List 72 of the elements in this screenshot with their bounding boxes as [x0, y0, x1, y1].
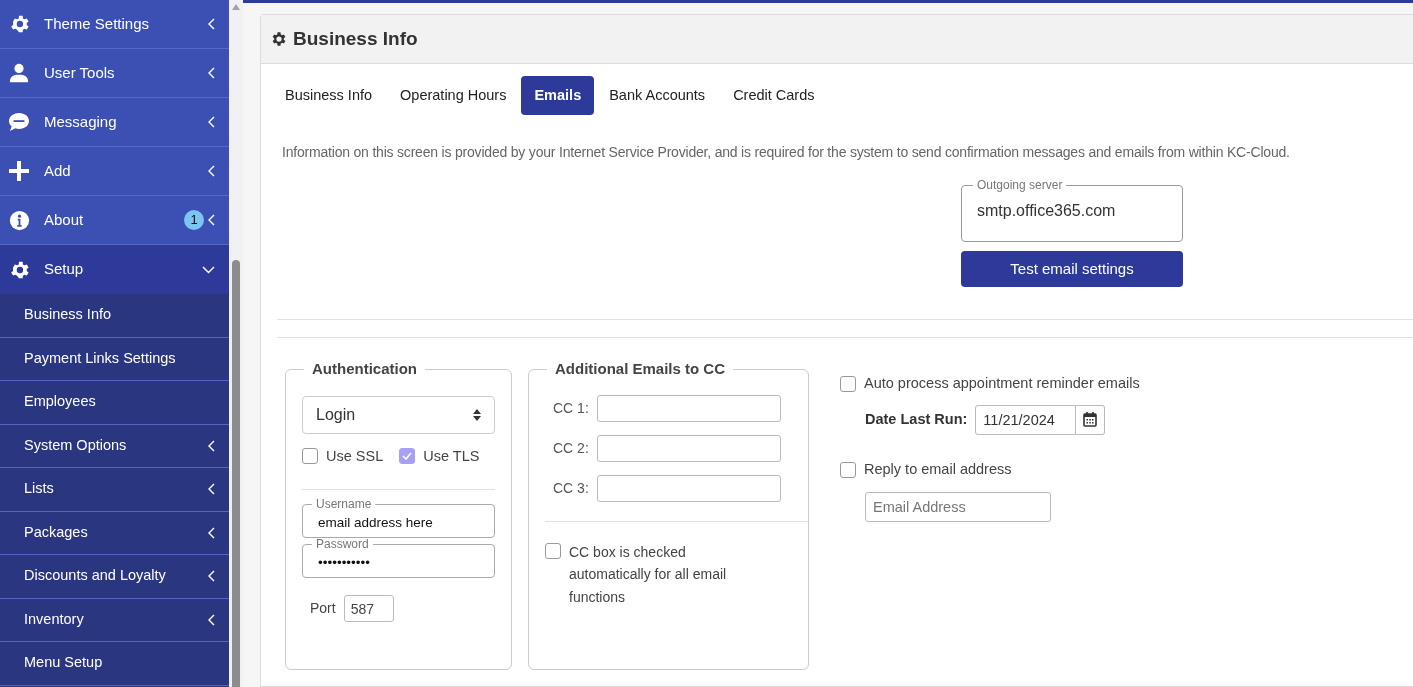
chevron-left-icon	[208, 526, 215, 539]
port-field[interactable]: 587	[343, 595, 394, 623]
checkbox[interactable]	[840, 461, 856, 478]
authentication-select[interactable]: Login	[302, 395, 495, 434]
field-label: CC 1:	[553, 398, 589, 418]
cc-email-field[interactable]	[597, 434, 781, 462]
field-label: CC 3:	[553, 478, 589, 498]
scrollbar-thumb[interactable]	[232, 260, 240, 687]
tab[interactable]: Credit Cards	[720, 76, 828, 115]
gear-icon	[270, 30, 288, 48]
tab[interactable]: Operating Hours	[387, 76, 520, 115]
field-label: Password	[315, 538, 370, 551]
email-address-field[interactable]: Email Address	[865, 491, 1051, 522]
port-label: Port	[310, 599, 336, 619]
text-input[interactable]: smtp.office365.com	[977, 199, 1167, 223]
calendar-icon	[1083, 412, 1098, 428]
chevron-left-icon	[208, 483, 215, 496]
scroll-up-icon[interactable]	[232, 4, 240, 10]
checkbox-label: Use TLS	[423, 446, 480, 466]
tab[interactable]: Bank Accounts	[596, 76, 719, 115]
checkmark-icon	[402, 452, 413, 461]
sidebar-item[interactable]: Setup	[0, 245, 229, 294]
field-label: CC 2:	[553, 438, 589, 458]
tab[interactable]: Business Info	[272, 76, 386, 115]
sidebar-item[interactable]: User Tools	[0, 49, 229, 98]
plus-icon	[8, 161, 30, 181]
checkbox-label: Reply to email address	[864, 459, 1012, 479]
chevron-left-icon	[208, 613, 215, 626]
checkbox[interactable]	[545, 542, 561, 559]
page-title: Business Info	[293, 26, 418, 51]
sidebar-item[interactable]: Messaging	[0, 98, 229, 147]
password-field[interactable]: Password •••••••••••	[302, 538, 495, 579]
date-field[interactable]: 11/21/2024	[975, 404, 1077, 435]
checkbox[interactable]	[399, 448, 416, 465]
chevron-left-icon	[208, 18, 215, 30]
panel-title: Additional Emails to CC	[554, 359, 726, 379]
info-text: Information on this screen is provided by your Internet Service Provider, and is required for the system to send confirmation messages and emails from within KC-Cloud.	[282, 143, 1291, 162]
gear-icon	[8, 13, 30, 35]
outgoing-server-field[interactable]: Outgoing server smtp.office365.com	[961, 179, 1183, 242]
chevron-left-icon	[208, 214, 215, 226]
notification-badge: 1	[184, 210, 204, 230]
calendar-button[interactable]	[1076, 404, 1106, 435]
test-email-button[interactable]: Test email settings	[961, 251, 1183, 287]
chevron-down-icon	[202, 265, 215, 274]
checkbox-label: Use SSL	[326, 446, 384, 466]
chevron-left-icon	[208, 439, 215, 452]
sidebar-item[interactable]: Add	[0, 147, 229, 196]
checkbox[interactable]	[302, 448, 318, 465]
text-input[interactable]: email address here	[316, 513, 481, 534]
checkbox-label: CC box is checked automatically for all email functions	[569, 542, 728, 607]
checkbox[interactable]	[840, 375, 856, 392]
cc-email-field[interactable]	[597, 394, 781, 422]
username-field[interactable]: Username email address here	[302, 498, 495, 539]
sort-arrows-icon	[473, 408, 481, 421]
date-label: Date Last Run:	[865, 409, 968, 429]
chevron-left-icon	[208, 570, 215, 583]
field-label: Username	[315, 498, 373, 511]
panel-title: Authentication	[311, 359, 418, 379]
tab[interactable]: Emails	[521, 76, 595, 115]
sidebar-item[interactable]: About 1	[0, 196, 229, 245]
sidebar-item[interactable]: Theme Settings	[0, 0, 229, 49]
user-icon	[8, 62, 30, 84]
chevron-left-icon	[208, 116, 215, 128]
scrollbar[interactable]	[229, 0, 243, 687]
text-input[interactable]: •••••••••••	[316, 553, 481, 574]
cc-email-field[interactable]	[597, 474, 781, 502]
field-label: Outgoing server	[976, 179, 1064, 191]
chevron-left-icon	[208, 165, 215, 177]
speech-bubble-icon	[8, 112, 30, 132]
info-icon	[8, 209, 30, 231]
chevron-left-icon	[208, 67, 215, 79]
checkbox-label: Auto process appointment reminder emails	[864, 374, 1140, 393]
